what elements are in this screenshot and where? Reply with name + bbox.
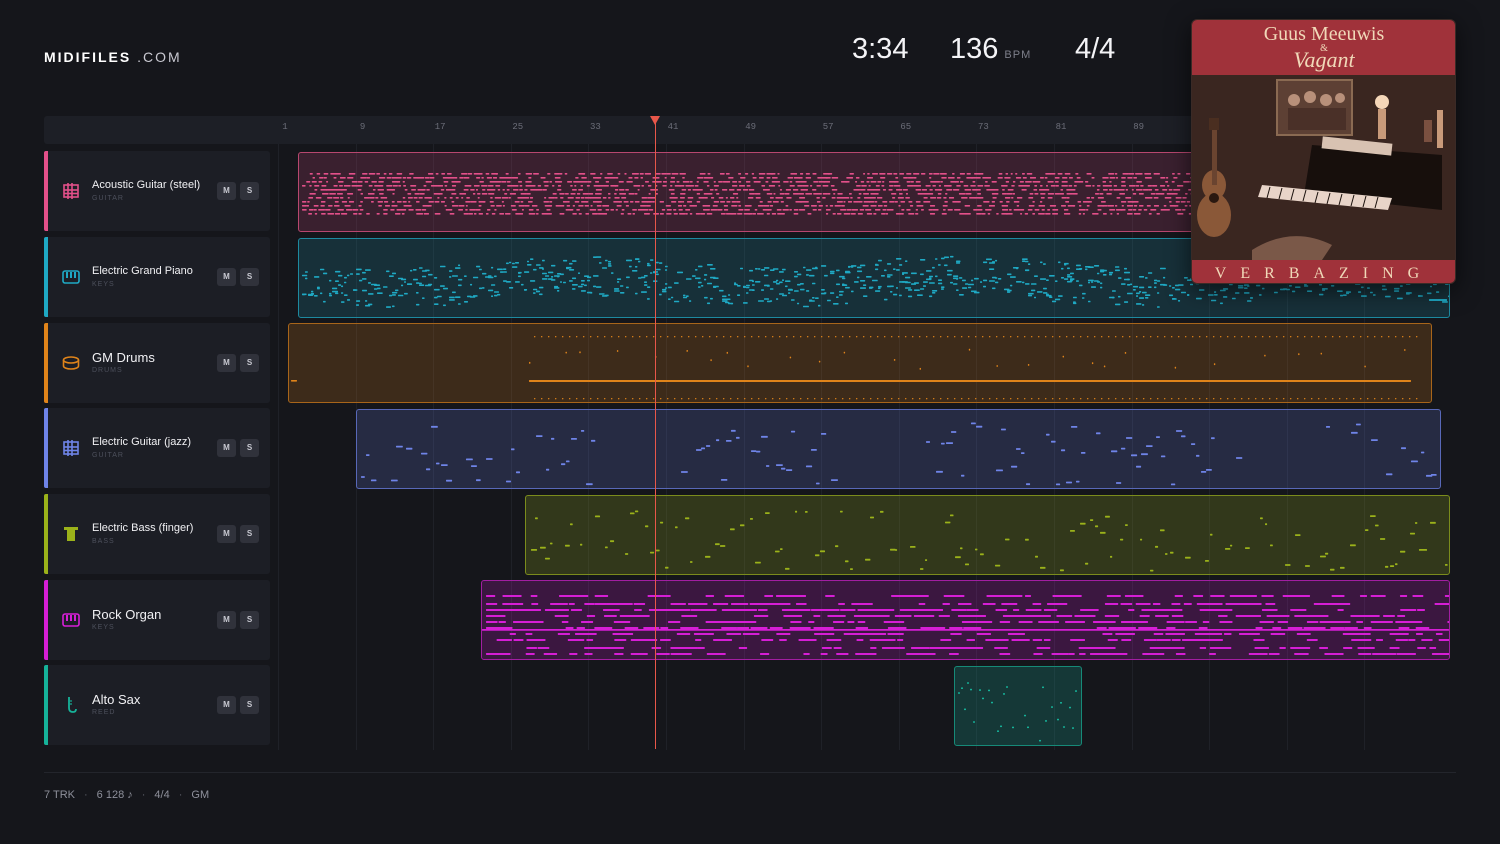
solo-button[interactable]: S <box>240 696 259 714</box>
ruler-tick: 17 <box>434 122 446 132</box>
brand-logo: MIDIFILES .COM <box>44 49 182 65</box>
grid-line <box>278 144 279 750</box>
guitar-grid-icon <box>63 440 79 456</box>
playhead-line[interactable] <box>655 116 656 749</box>
track-count: 7 TRK <box>44 789 75 801</box>
track-color-stripe <box>44 151 48 231</box>
drum-icon <box>62 356 80 370</box>
album-cover: Guus Meeuwis & Vagant VERBAZING <box>1191 19 1456 284</box>
solo-button[interactable]: S <box>240 268 259 286</box>
solo-button[interactable]: S <box>240 525 259 543</box>
sax-icon <box>68 697 77 713</box>
mute-button[interactable]: M <box>217 354 236 372</box>
organ-icon <box>62 613 80 627</box>
track-header-gm-drums[interactable]: GM Drums DRUMS M S <box>44 323 270 403</box>
solo-button[interactable]: S <box>240 182 259 200</box>
mute-button[interactable]: M <box>217 182 236 200</box>
album-artist: Guus Meeuwis <box>1264 23 1385 45</box>
ruler-tick: 1 <box>282 122 288 132</box>
album-band: Vagant <box>1293 47 1355 72</box>
ruler-tick: 33 <box>589 122 601 132</box>
track-color-stripe <box>44 408 48 488</box>
note-pattern <box>291 336 1418 400</box>
footer-summary: 7 TRK · 6 128 ♪ · 4/4 · GM <box>44 789 210 801</box>
midi-clip-gm-drums[interactable] <box>288 323 1432 403</box>
keyboard-icon <box>62 270 80 284</box>
track-header-electric-grand-piano[interactable]: Electric Grand Piano KEYS M S <box>44 237 270 317</box>
track-color-stripe <box>44 580 48 660</box>
ruler-tick: 89 <box>1133 122 1144 132</box>
track-category: KEYS <box>92 281 115 288</box>
midi-clip-electric-guitar-jazz[interactable] <box>356 409 1441 489</box>
playhead-marker[interactable] <box>650 116 660 125</box>
song-duration: 3:34 <box>852 33 909 65</box>
track-header-electric-bass[interactable]: Electric Bass (finger) BASS M S <box>44 494 270 574</box>
mute-button[interactable]: M <box>217 525 236 543</box>
mute-button[interactable]: M <box>217 439 236 457</box>
brand-domain: .COM <box>137 49 182 65</box>
track-name: Electric Grand Piano <box>92 265 193 277</box>
track-name: Rock Organ <box>92 607 162 622</box>
track-name: Electric Guitar (jazz) <box>92 436 192 448</box>
note-count: 6 128 ♪ <box>96 789 133 801</box>
mute-button[interactable]: M <box>217 268 236 286</box>
tempo-display: 136 BPM <box>950 33 1031 73</box>
track-category: GUITAR <box>92 195 124 202</box>
track-name: Acoustic Guitar (steel) <box>92 179 201 191</box>
track-color-stripe <box>44 237 48 317</box>
track-color-stripe <box>44 323 48 403</box>
tempo-unit: BPM <box>1004 49 1032 61</box>
mute-button[interactable]: M <box>217 611 236 629</box>
track-category: DRUMS <box>92 367 123 374</box>
mute-button[interactable]: M <box>217 696 236 714</box>
midi-standard: GM <box>191 789 210 801</box>
note-pattern <box>531 510 1448 572</box>
album-title: VERBAZING <box>1215 265 1433 282</box>
track-header-rock-organ[interactable]: Rock Organ KEYS M S <box>44 580 270 660</box>
track-name: Alto Sax <box>92 692 141 707</box>
track-name: Electric Bass (finger) <box>92 522 194 534</box>
note-pattern <box>958 682 1077 742</box>
guitar-grid-icon <box>63 183 79 199</box>
midi-clip-electric-bass[interactable] <box>525 495 1450 575</box>
midi-clip-alto-sax[interactable] <box>954 666 1082 746</box>
solo-button[interactable]: S <box>240 439 259 457</box>
brand-name: MIDIFILES <box>44 49 132 65</box>
track-color-stripe <box>44 494 48 574</box>
ruler-tick: 81 <box>1055 122 1067 132</box>
track-category: KEYS <box>92 624 115 631</box>
midi-clip-rock-organ[interactable] <box>481 580 1450 660</box>
solo-button[interactable]: S <box>240 611 259 629</box>
note-pattern <box>482 595 1449 655</box>
track-name: GM Drums <box>92 350 155 365</box>
track-header-acoustic-guitar[interactable]: Acoustic Guitar (steel) GUITAR M S <box>44 151 270 231</box>
track-category: REED <box>92 709 116 716</box>
footer-divider <box>44 772 1456 773</box>
track-color-stripe <box>44 665 48 745</box>
track-header-alto-sax[interactable]: Alto Sax REED M S <box>44 665 270 745</box>
note-pattern <box>361 422 1437 486</box>
track-category: BASS <box>92 538 115 545</box>
ruler-tick: 73 <box>977 122 989 132</box>
ruler-tick: 41 <box>667 122 679 132</box>
ruler-tick: 9 <box>359 122 366 132</box>
track-header-electric-guitar-jazz[interactable]: Electric Guitar (jazz) GUITAR M S <box>44 408 270 488</box>
ruler-tick: 65 <box>900 122 912 132</box>
ruler-tick: 49 <box>745 122 756 132</box>
ruler-tick: 57 <box>822 122 834 132</box>
footer-time-signature: 4/4 <box>154 789 170 801</box>
bass-icon <box>64 527 78 541</box>
track-category: GUITAR <box>92 452 124 459</box>
ruler-tick: 25 <box>512 122 524 132</box>
tempo-value: 136 <box>950 33 999 65</box>
time-signature: 4/4 <box>1075 33 1116 65</box>
solo-button[interactable]: S <box>240 354 259 372</box>
